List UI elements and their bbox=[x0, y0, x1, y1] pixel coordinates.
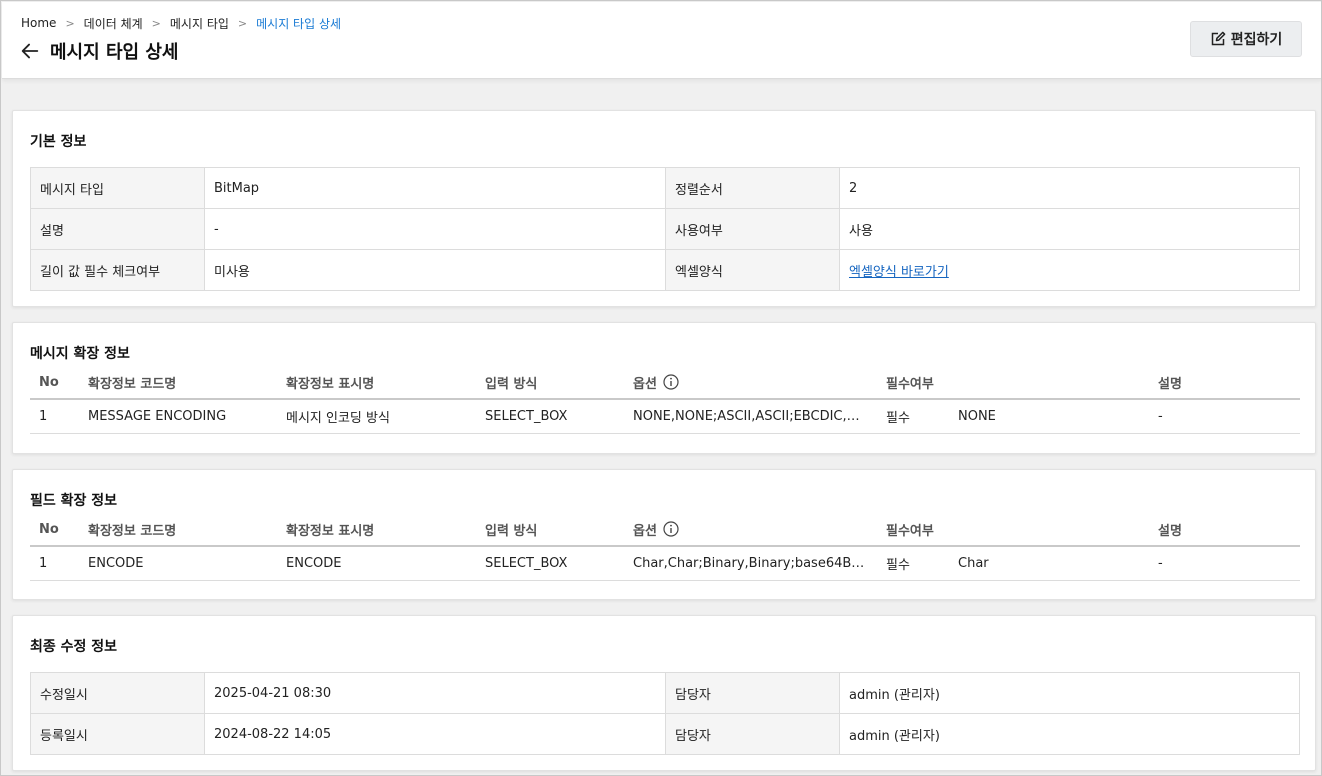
edit-icon bbox=[1211, 31, 1226, 46]
field-ext-table: No 확장정보 코드명 확장정보 표시명 입력 방식 옵션 필수여부 설명 1 … bbox=[30, 513, 1300, 581]
back-arrow-icon[interactable] bbox=[19, 40, 41, 62]
title-row: 메시지 타입 상세 bbox=[19, 38, 178, 64]
info-row: 설명 - 사용여부 사용 bbox=[31, 209, 1300, 250]
page-frame: Home > 데이터 체계 > 메시지 타입 > 메시지 타입 상세 메시지 타… bbox=[0, 0, 1322, 776]
col-option: 옵션 bbox=[633, 366, 866, 398]
table-header: No 확장정보 코드명 확장정보 표시명 입력 방식 옵션 필수여부 설명 bbox=[30, 513, 1300, 547]
col-required: 필수여부 bbox=[886, 376, 934, 392]
col-input: 입력 방식 bbox=[485, 376, 538, 392]
excel-template-link[interactable]: 엑셀양식 바로가기 bbox=[849, 261, 949, 280]
cell-desc: - bbox=[1158, 409, 1163, 424]
col-option: 옵션 bbox=[633, 513, 866, 545]
breadcrumb-data-system[interactable]: 데이터 체계 bbox=[84, 15, 143, 32]
col-desc: 설명 bbox=[1158, 376, 1182, 392]
breadcrumb-home[interactable]: Home bbox=[21, 16, 56, 30]
field-ext-card: 필드 확장 정보 No 확장정보 코드명 확장정보 표시명 입력 방식 옵션 필… bbox=[12, 469, 1316, 600]
breadcrumb-message-type[interactable]: 메시지 타입 bbox=[170, 15, 229, 32]
cell-code: MESSAGE ENCODING bbox=[88, 409, 227, 424]
breadcrumb: Home > 데이터 체계 > 메시지 타입 > 메시지 타입 상세 bbox=[21, 15, 341, 31]
last-modified-grid: 수정일시 2025-04-21 08:30 담당자 admin (관리자) 등록… bbox=[30, 672, 1300, 755]
cell-display: ENCODE bbox=[286, 556, 342, 571]
section-title: 필드 확장 정보 bbox=[30, 493, 118, 509]
info-label: 길이 값 필수 체크여부 bbox=[31, 250, 205, 291]
info-value: 엑셀양식 바로가기 bbox=[840, 250, 1300, 291]
info-label: 정렬순서 bbox=[666, 168, 840, 209]
cell-no: 1 bbox=[39, 556, 48, 571]
col-no: No bbox=[39, 521, 59, 537]
cell-desc: - bbox=[1158, 556, 1163, 571]
col-option-label: 옵션 bbox=[633, 376, 657, 392]
info-label: 수정일시 bbox=[31, 673, 205, 714]
col-input: 입력 방식 bbox=[485, 523, 538, 539]
col-desc: 설명 bbox=[1158, 523, 1182, 539]
info-row: 길이 값 필수 체크여부 미사용 엑셀양식 엑셀양식 바로가기 bbox=[31, 250, 1300, 291]
chevron-right-icon: > bbox=[65, 16, 75, 30]
cell-required: 필수 bbox=[886, 558, 910, 573]
cell-option-text: Char,Char;Binary,Binary;base64Bin… bbox=[633, 556, 866, 571]
table-row[interactable]: 1 MESSAGE ENCODING 메시지 인코딩 방식 SELECT_BOX… bbox=[30, 400, 1300, 434]
info-label: 사용여부 bbox=[666, 209, 840, 250]
cell-code: ENCODE bbox=[88, 556, 144, 571]
info-value: 2025-04-21 08:30 bbox=[205, 673, 666, 714]
info-row: 등록일시 2024-08-22 14:05 담당자 admin (관리자) bbox=[31, 714, 1300, 755]
cell-input: SELECT_BOX bbox=[485, 556, 568, 571]
info-value: admin (관리자) bbox=[840, 714, 1300, 755]
message-ext-card: 메시지 확장 정보 No 확장정보 코드명 확장정보 표시명 입력 방식 옵션 … bbox=[12, 322, 1316, 454]
page-title: 메시지 타입 상세 bbox=[50, 42, 179, 63]
cell-no: 1 bbox=[39, 409, 48, 424]
table-header: No 확장정보 코드명 확장정보 표시명 입력 방식 옵션 필수여부 설명 bbox=[30, 366, 1300, 400]
last-modified-card: 최종 수정 정보 수정일시 2025-04-21 08:30 담당자 admin… bbox=[12, 615, 1316, 771]
info-value: 미사용 bbox=[205, 250, 666, 291]
info-label: 등록일시 bbox=[31, 714, 205, 755]
cell-option-text: NONE,NONE;ASCII,ASCII;EBCDIC,EB… bbox=[633, 409, 866, 424]
info-value: 2024-08-22 14:05 bbox=[205, 714, 666, 755]
basic-info-card: 기본 정보 메시지 타입 BitMap 정렬순서 2 설명 - 사용여부 사용 … bbox=[12, 110, 1316, 307]
message-ext-table: No 확장정보 코드명 확장정보 표시명 입력 방식 옵션 필수여부 설명 1 … bbox=[30, 366, 1300, 434]
col-option-label: 옵션 bbox=[633, 523, 657, 539]
info-label: 엑셀양식 bbox=[666, 250, 840, 291]
cell-option: Char,Char;Binary,Binary;base64Bin… bbox=[633, 547, 866, 580]
edit-button[interactable]: 편집하기 bbox=[1190, 21, 1302, 57]
col-code: 확장정보 코드명 bbox=[88, 376, 177, 392]
col-display: 확장정보 표시명 bbox=[286, 376, 375, 392]
info-value: BitMap bbox=[205, 168, 666, 209]
col-code: 확장정보 코드명 bbox=[88, 523, 177, 539]
breadcrumb-current: 메시지 타입 상세 bbox=[256, 16, 342, 31]
info-label: 담당자 bbox=[666, 673, 840, 714]
chevron-right-icon: > bbox=[151, 16, 161, 30]
col-display: 확장정보 표시명 bbox=[286, 523, 375, 539]
chevron-right-icon: > bbox=[237, 16, 248, 30]
cell-input: SELECT_BOX bbox=[485, 409, 568, 424]
col-no: No bbox=[39, 374, 59, 390]
info-row: 메시지 타입 BitMap 정렬순서 2 bbox=[31, 168, 1300, 209]
cell-display: 메시지 인코딩 방식 bbox=[286, 411, 390, 426]
edit-button-label: 편집하기 bbox=[1230, 32, 1283, 48]
info-label: 메시지 타입 bbox=[31, 168, 205, 209]
info-icon[interactable] bbox=[663, 521, 679, 537]
table-row[interactable]: 1 ENCODE ENCODE SELECT_BOX Char,Char;Bin… bbox=[30, 547, 1300, 581]
info-icon[interactable] bbox=[663, 374, 679, 390]
section-title: 기본 정보 bbox=[30, 134, 87, 150]
info-value: - bbox=[205, 209, 666, 250]
cell-required: 필수 bbox=[886, 411, 910, 426]
info-value: 사용 bbox=[840, 209, 1300, 250]
cell-default: Char bbox=[958, 556, 989, 571]
basic-info-grid: 메시지 타입 BitMap 정렬순서 2 설명 - 사용여부 사용 길이 값 필… bbox=[30, 167, 1300, 291]
section-title: 최종 수정 정보 bbox=[30, 639, 118, 655]
cell-default: NONE bbox=[958, 409, 996, 424]
page-header: Home > 데이터 체계 > 메시지 타입 > 메시지 타입 상세 메시지 타… bbox=[2, 2, 1321, 79]
info-row: 수정일시 2025-04-21 08:30 담당자 admin (관리자) bbox=[31, 673, 1300, 714]
col-required: 필수여부 bbox=[886, 523, 934, 539]
info-label: 담당자 bbox=[666, 714, 840, 755]
section-title: 메시지 확장 정보 bbox=[30, 346, 130, 362]
info-value: admin (관리자) bbox=[840, 673, 1300, 714]
info-label: 설명 bbox=[31, 209, 205, 250]
info-value: 2 bbox=[840, 168, 1300, 209]
cell-option: NONE,NONE;ASCII,ASCII;EBCDIC,EB… bbox=[633, 400, 866, 433]
